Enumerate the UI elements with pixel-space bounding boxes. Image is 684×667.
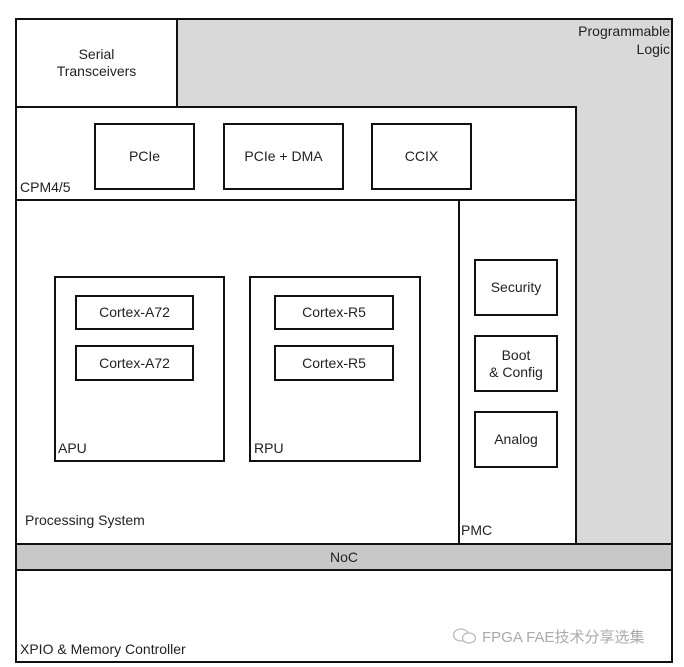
st-line1: Serial — [78, 46, 115, 62]
cpm-label: CPM4/5 — [20, 179, 71, 195]
cortex-a72-core: Cortex-A72 — [75, 295, 194, 330]
boot-config-block: Boot & Config — [474, 335, 558, 392]
cortex-r5-core: Cortex-R5 — [274, 345, 394, 381]
pl-label-line1: Programmable — [578, 23, 670, 39]
noc-bar: NoC — [15, 543, 673, 571]
ccix-block: CCIX — [371, 123, 472, 190]
pmc-label: PMC — [461, 522, 493, 538]
cortex-r5-core: Cortex-R5 — [274, 295, 394, 330]
rpu-label: RPU — [254, 440, 284, 456]
pl-label-line2: Logic — [636, 41, 670, 57]
analog-block: Analog — [474, 411, 558, 468]
security-block: Security — [474, 259, 558, 316]
xpio-label: XPIO & Memory Controller — [20, 641, 186, 657]
watermark-text: FPGA FAE技术分享选集 — [482, 629, 645, 646]
watermark: FPGA FAE技术分享选集 — [452, 626, 645, 647]
boot-line1: Boot — [501, 346, 531, 363]
cortex-a72-core: Cortex-A72 — [75, 345, 194, 381]
ps-label: Processing System — [25, 512, 145, 528]
st-line2: Transceivers — [56, 63, 137, 79]
boot-line2: & Config — [489, 363, 543, 380]
wechat-icon — [452, 628, 477, 644]
programmable-logic-label: Programmable Logic — [578, 22, 670, 58]
apu-label: APU — [58, 440, 87, 456]
serial-transceivers: Serial Transceivers — [15, 18, 178, 108]
pcie-block: PCIe — [94, 123, 195, 190]
pcie-dma-block: PCIe + DMA — [223, 123, 344, 190]
